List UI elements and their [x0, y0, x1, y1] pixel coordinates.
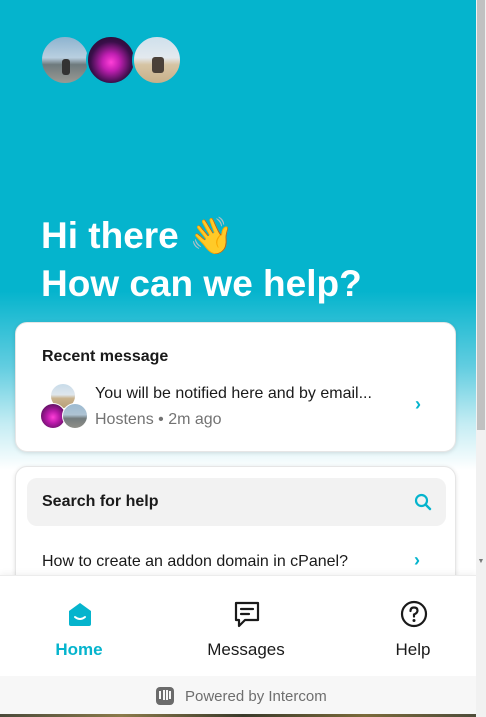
powered-by-text: Powered by Intercom	[185, 687, 327, 705]
home-icon	[69, 603, 91, 626]
scrollbar[interactable]: ▼	[476, 0, 486, 717]
nav-messages-label: Messages	[207, 640, 285, 659]
chevron-right-icon: ›	[415, 394, 421, 414]
recent-message-card[interactable]: Recent message You will be notified here…	[15, 322, 456, 452]
greeting-line-1: Hi there	[41, 215, 179, 256]
messenger-panel: Hi there 👋 How can we help? Recent messa…	[0, 0, 476, 717]
scroll-down-arrow-icon[interactable]: ▼	[477, 558, 485, 566]
help-article-link[interactable]: How to create an addon domain in cPanel?	[42, 553, 348, 571]
recent-message-row[interactable]: You will be notified here and by email..…	[40, 381, 440, 431]
greeting-line-2: How can we help?	[41, 263, 362, 304]
team-avatars	[40, 35, 182, 85]
powered-by-footer[interactable]: Powered by Intercom	[0, 676, 476, 714]
search-label: Search for help	[42, 493, 159, 510]
wave-icon: 👋	[189, 215, 234, 256]
help-icon	[400, 600, 428, 628]
scrollbar-thumb[interactable]	[477, 0, 485, 430]
recent-message-title: Recent message	[42, 348, 169, 365]
bottom-nav: Home Messages Help	[0, 575, 476, 676]
avatar	[62, 403, 88, 429]
nav-help-label: Help	[395, 640, 431, 659]
message-meta: Hostens • 2m ago	[95, 411, 222, 428]
intercom-logo-icon	[156, 687, 174, 705]
chevron-right-icon: ›	[414, 550, 420, 570]
avatar	[40, 35, 90, 85]
search-help-button[interactable]: Search for help	[27, 478, 446, 526]
greeting-heading: Hi there 👋 How can we help?	[41, 212, 461, 308]
avatar	[86, 35, 136, 85]
nav-messages[interactable]: Messages	[186, 576, 306, 677]
search-icon	[414, 493, 432, 511]
messages-icon	[234, 601, 260, 628]
nav-help[interactable]: Help	[353, 576, 473, 677]
nav-home[interactable]: Home	[19, 576, 139, 677]
avatar	[132, 35, 182, 85]
nav-home-label: Home	[55, 640, 103, 659]
message-preview: You will be notified here and by email..…	[95, 385, 372, 402]
